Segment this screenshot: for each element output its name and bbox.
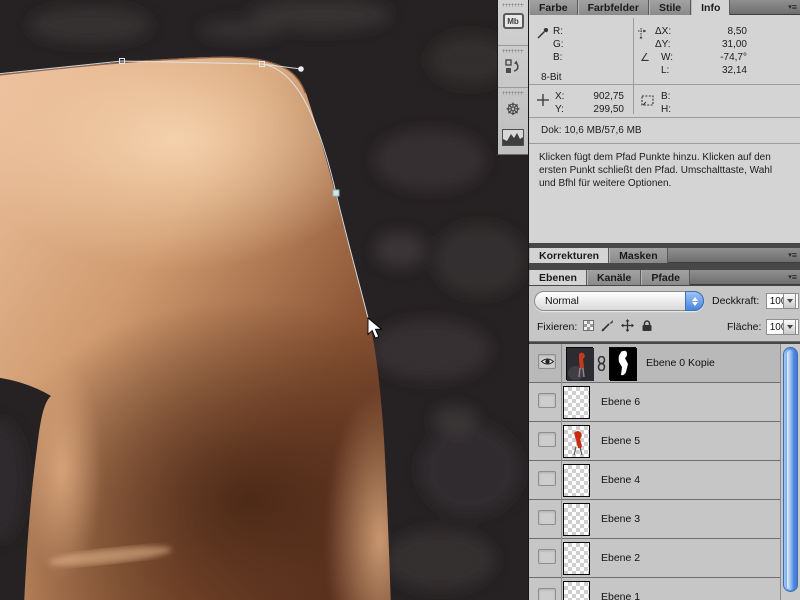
position-values: 902,75 299,50 xyxy=(593,91,624,115)
layer-row-ebene-4[interactable]: Ebene 4 xyxy=(529,461,780,500)
panel-menu-icon[interactable]: ▾ ≡ xyxy=(777,248,800,262)
document-canvas[interactable] xyxy=(0,0,528,600)
lock-label: Fixieren: xyxy=(537,321,578,333)
tab-kanaele[interactable]: Kanäle xyxy=(586,270,642,285)
fill-dropdown-button[interactable] xyxy=(783,319,796,335)
visibility-toggle[interactable] xyxy=(538,393,556,408)
visibility-toggle[interactable] xyxy=(538,471,556,486)
adjustments-tabbar: Korrekturen Masken ▾ ≡ xyxy=(529,248,800,263)
layer-name: Ebene 2 xyxy=(601,552,641,564)
mask-link-icon[interactable] xyxy=(597,356,606,371)
histogram-icon[interactable] xyxy=(498,125,528,149)
panel-menu-icon[interactable]: ▾ ≡ xyxy=(777,270,800,284)
visibility-toggle[interactable] xyxy=(538,354,556,369)
layer-list: Ebene 0 Kopie Ebene 6 Ebene 5 Ebene 4 Eb… xyxy=(529,344,800,600)
panel-grip[interactable] xyxy=(502,49,524,53)
path-direction-handle xyxy=(298,66,304,72)
layer-thumbnail[interactable] xyxy=(563,542,590,575)
tool-hint-text: Klicken fügt dem Pfad Punkte hinzu. Klic… xyxy=(539,152,773,189)
layer-thumbnail[interactable] xyxy=(563,425,590,458)
delta-labels: ΔX: ΔY: W: L: xyxy=(655,26,674,76)
tab-farbfelder[interactable]: Farbfelder xyxy=(577,0,649,15)
position-labels: X: Y: xyxy=(555,91,565,115)
layer-thumbnail[interactable] xyxy=(566,347,594,381)
bounds-icon xyxy=(641,95,654,106)
bit-depth: 8-Bit xyxy=(541,72,562,83)
layer-row-ebene-0-kopie[interactable]: Ebene 0 Kopie xyxy=(529,344,780,383)
layer-name: Ebene 1 xyxy=(601,591,641,600)
layer-row-ebene-2[interactable]: Ebene 2 xyxy=(529,539,780,578)
lock-transparency-icon[interactable] xyxy=(583,320,594,331)
eye-icon xyxy=(540,358,554,365)
layer-name: Ebene 4 xyxy=(601,474,641,486)
delta-move-icon xyxy=(638,28,646,39)
layer-row-ebene-3[interactable]: Ebene 3 xyxy=(529,500,780,539)
eyedropper-icon xyxy=(537,28,548,39)
tab-stile[interactable]: Stile xyxy=(648,0,692,15)
panel-grip[interactable] xyxy=(502,91,524,95)
angle-icon: ∠ xyxy=(640,52,650,64)
layer-name: Ebene 0 Kopie xyxy=(646,357,715,369)
layer-name: Ebene 5 xyxy=(601,435,641,447)
crosshair-icon xyxy=(537,94,549,106)
layer-row-ebene-5[interactable]: Ebene 5 xyxy=(529,422,780,461)
panel-icon-strip: Mb ☸ xyxy=(497,0,528,155)
layer-name: Ebene 6 xyxy=(601,396,641,408)
mini-bridge-icon[interactable]: Mb xyxy=(498,9,528,33)
delta-values: 8,50 31,00 -74,7° 32,14 xyxy=(720,26,747,76)
tab-masken[interactable]: Masken xyxy=(609,248,668,263)
stepper-icon xyxy=(685,291,704,311)
photoshop-window: Mb ☸ Farbe Farbfelder Stile Info ▾ ≡ R: … xyxy=(0,0,800,600)
canvas-image xyxy=(0,0,528,600)
opacity-label: Deckkraft: xyxy=(712,295,760,307)
layers-tabbar: Ebenen Kanäle Pfade ▾ ≡ xyxy=(529,270,800,285)
panel-menu-icon[interactable]: ▾ ≡ xyxy=(777,0,800,14)
layer-thumbnail[interactable] xyxy=(563,386,590,419)
path-anchor-point-selected xyxy=(332,189,340,197)
opacity-dropdown-button[interactable] xyxy=(783,293,796,309)
lock-pixels-icon[interactable] xyxy=(601,319,614,332)
right-panel-dock: Farbe Farbfelder Stile Info ▾ ≡ R: G: B: … xyxy=(528,0,800,600)
visibility-toggle[interactable] xyxy=(538,432,556,447)
tab-pfade[interactable]: Pfade xyxy=(641,270,690,285)
scrollbar-thumb[interactable] xyxy=(783,347,798,592)
rgb-readout: R: G: B: xyxy=(553,26,564,63)
visibility-toggle[interactable] xyxy=(538,510,556,525)
info-panel: R: G: B: 8-Bit ΔX: ΔY: W: L: ∠ 8,50 31,0… xyxy=(529,15,800,243)
layers-scrollbar[interactable] xyxy=(780,344,800,600)
visibility-toggle[interactable] xyxy=(538,549,556,564)
layer-thumbnail[interactable] xyxy=(563,464,590,497)
info-panel-tabbar: Farbe Farbfelder Stile Info ▾ ≡ xyxy=(529,0,800,15)
layer-thumbnail[interactable] xyxy=(563,581,590,600)
layer-row-ebene-1[interactable]: Ebene 1 xyxy=(529,578,780,600)
tab-info[interactable]: Info xyxy=(691,0,731,15)
tab-farbe[interactable]: Farbe xyxy=(529,0,578,15)
layer-row-ebene-6[interactable]: Ebene 6 xyxy=(529,383,780,422)
layer-name: Ebene 3 xyxy=(601,513,641,525)
fill-label: Fläche: xyxy=(727,321,762,333)
lock-all-icon[interactable] xyxy=(641,319,653,332)
visibility-toggle[interactable] xyxy=(538,588,556,600)
document-size: Dok: 10,6 MB/57,6 MB xyxy=(541,125,642,136)
lock-position-icon[interactable] xyxy=(621,319,634,332)
layer-comps-icon[interactable] xyxy=(498,55,528,79)
tab-korrekturen[interactable]: Korrekturen xyxy=(529,248,610,263)
navigator-icon[interactable]: ☸ xyxy=(498,97,528,121)
bounds-labels: B: H: xyxy=(661,91,671,115)
layer-thumbnail[interactable] xyxy=(563,503,590,536)
panel-grip[interactable] xyxy=(502,3,524,7)
tab-ebenen[interactable]: Ebenen xyxy=(529,270,587,285)
blend-mode-select[interactable]: Normal xyxy=(534,291,704,311)
layer-mask-thumbnail[interactable] xyxy=(609,347,637,381)
layers-controls: Normal Deckkraft: 100% Fixieren: xyxy=(529,286,800,342)
